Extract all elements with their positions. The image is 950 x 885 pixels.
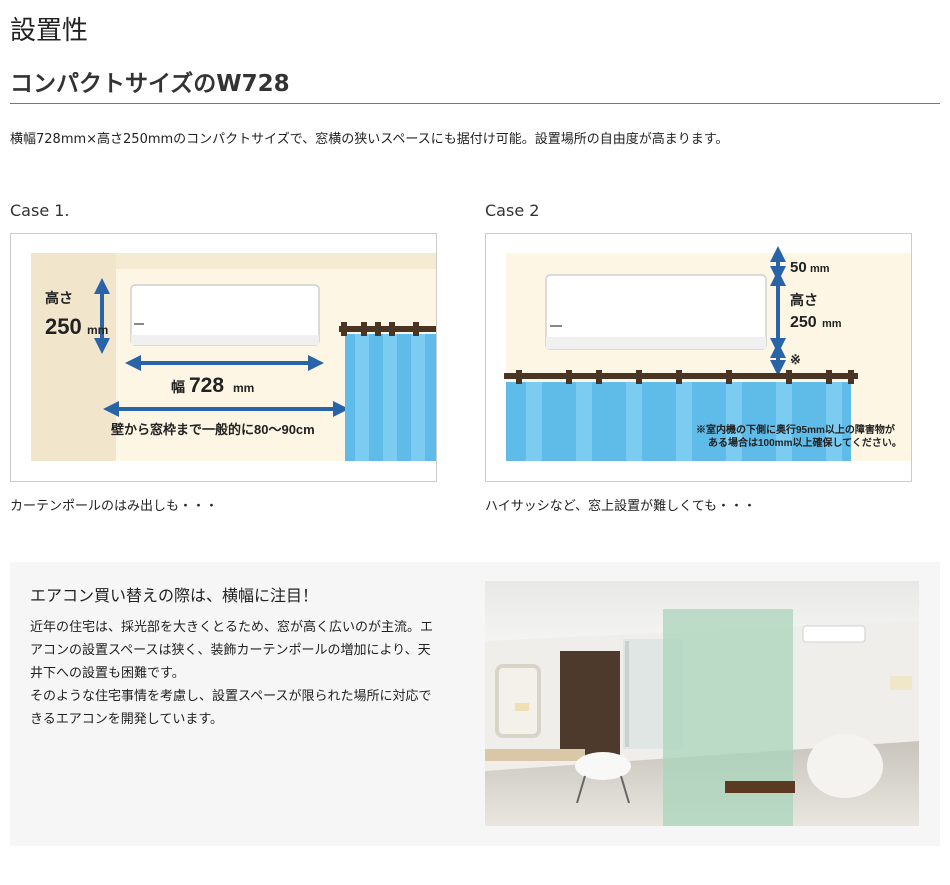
case1-width-unit: mm [233, 381, 254, 395]
case1-diagram: 高さ 250 mm 幅 728 mm 壁から窓枠まで一般的に80〜90cm [31, 253, 436, 461]
ceiling-band [116, 253, 436, 269]
case2-mark: ※ [790, 352, 801, 367]
case1-distance-note: 壁から窓枠まで一般的に80〜90cm [111, 422, 315, 437]
panel-body-line: きるエアコンを開発しています。 [30, 712, 224, 727]
case2-diagram: 50 mm 高さ 250 mm ※ ※室内機の下側に奥行95mm以上の障害物が … [504, 246, 911, 461]
case1-height-value: 250 [45, 314, 82, 339]
divider [10, 103, 940, 104]
ac-unit-icon [545, 274, 767, 350]
case2-top-unit: mm [810, 263, 830, 275]
panel-body-line: そのような住宅事情を考慮し、設置スペースが限られた場所に対応で [30, 689, 432, 704]
room-photo [485, 581, 919, 826]
case1-height-label: 高さ [45, 290, 73, 306]
panel-body-line: アコンの設置スペースは狭く、装飾カーテンポールの増加により、天 [30, 643, 431, 658]
case2-illustration: 50 mm 高さ 250 mm ※ ※室内機の下側に奥行95mm以上の障害物が … [485, 233, 912, 482]
side-wall [31, 253, 116, 461]
ac-unit-icon [130, 284, 320, 346]
lead-text: 横幅728mm×高さ250mmのコンパクトサイズで、窓横の狭いスペースにも据付け… [10, 132, 729, 147]
case1-width-label: 幅 [171, 379, 185, 395]
case2-height-label: 高さ [790, 292, 818, 308]
case2-label: Case 2 [485, 201, 540, 220]
case1-width-value: 728 [189, 374, 224, 397]
panel-body-line: 近年の住宅は、採光部を大きくとるため、窓が高く広いのが主流。エ [30, 620, 434, 635]
case2-height-unit: mm [822, 318, 842, 330]
panel-body-line: 井下への設置も困難です。 [30, 666, 185, 681]
case1-caption: カーテンポールのはみ出しも・・・ [10, 499, 219, 514]
case2-caption: ハイサッシなど、窓上設置が難しくても・・・ [485, 499, 757, 514]
case1-illustration: 高さ 250 mm 幅 728 mm 壁から窓枠まで一般的に80〜90cm [10, 233, 437, 482]
curtain-icon [339, 322, 436, 461]
panel-heading: エアコン買い替えの際は、横幅に注目！ [30, 586, 319, 605]
page-title: 設置性 [10, 16, 89, 46]
room-photo-image [485, 581, 919, 826]
case1-label: Case 1. [10, 201, 70, 220]
case1-height-unit: mm [87, 323, 108, 337]
case2-top-value: 50 [790, 259, 807, 276]
case2-note-line2: ある場合は100mm以上確保してください。 [708, 436, 902, 449]
section-subtitle: コンパクトサイズのW728 [10, 71, 290, 97]
case2-note-line1: ※室内機の下側に奥行95mm以上の障害物が [696, 423, 896, 436]
case2-height-value: 250 [790, 314, 817, 331]
panel-body: 近年の住宅は、採光部を大きくとるため、窓が高く広いのが主流。エ アコンの設置スペ… [30, 616, 470, 731]
